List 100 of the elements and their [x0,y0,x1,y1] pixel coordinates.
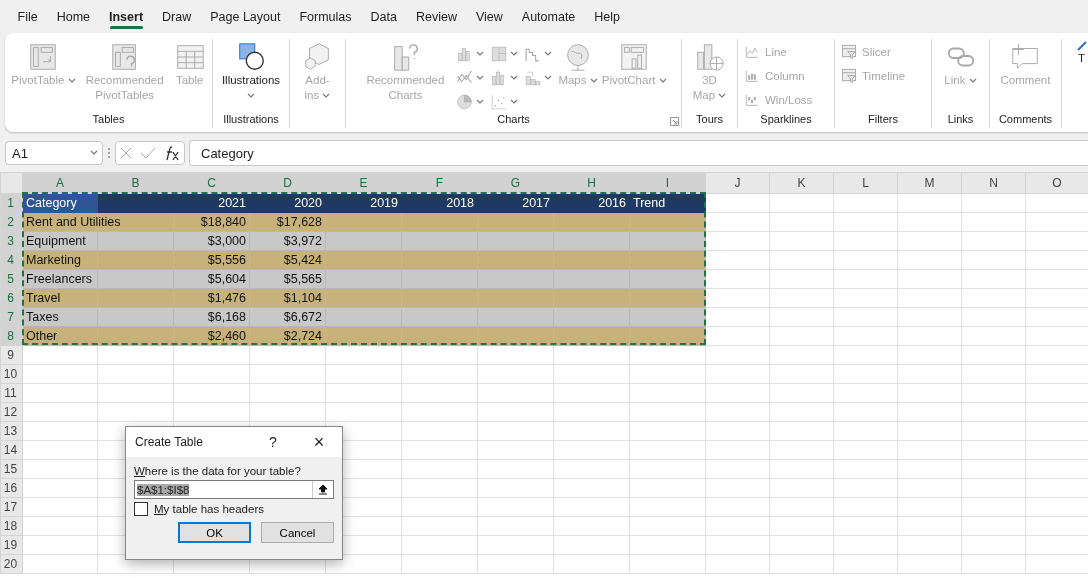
menu-tab[interactable]: Formulas [289,0,361,33]
column-header[interactable]: F [401,172,478,194]
dropdown-icon [476,75,485,81]
dropdown-icon [510,99,519,105]
cell-text: $1,104 [283,291,322,305]
line-sparkline-icon [744,44,760,59]
cell-text: $5,556 [207,253,246,267]
menu-tab[interactable]: Home [47,0,100,33]
cell-text: 2017 [522,196,550,210]
upload-icon[interactable] [318,484,328,495]
column-header[interactable]: K [769,172,834,194]
dialog-launcher-icon[interactable] [670,117,679,126]
cell-text: $5,424 [283,253,322,267]
dropdown-icon [322,93,331,99]
cell-text: 2019 [370,196,398,210]
column-header[interactable]: I [629,172,706,194]
cell-text: $18,840 [200,215,246,229]
ribbon-button[interactable]: T [1074,41,1088,113]
menu-tab[interactable]: Insert [99,0,153,33]
cell-text: 2020 [294,196,322,210]
cell-text: 2018 [446,196,474,210]
menu-tab[interactable]: Help [584,0,630,33]
select-all-corner[interactable] [0,172,23,194]
cell-text: Freelancers [26,272,92,286]
cell-text: $3,972 [283,234,322,248]
column-header[interactable]: L [833,172,898,194]
ribbon-button[interactable]: Illustrations [215,41,287,113]
column-header[interactable]: C [173,172,250,194]
group-label: Charts [497,113,530,127]
column-header[interactable]: M [897,172,962,194]
formula-field[interactable]: Category [189,140,1088,166]
dialog-button[interactable]: Cancel [261,522,334,543]
group-label: Links [947,113,974,127]
menu-tab[interactable]: View [466,0,513,33]
column-sparkline-icon [744,68,760,83]
cell-text: 2021 [218,196,246,210]
menu-tab[interactable]: File [8,0,48,33]
menu-tab[interactable]: Page Layout [200,0,290,33]
cell-text: 2016 [598,196,626,210]
column-header[interactable]: J [705,172,770,194]
cell-text: Trend [633,196,666,210]
dialog-title: Create Table [135,435,204,449]
name-box[interactable]: A1 [5,141,103,165]
menu-tab[interactable]: Automate [512,0,585,33]
dropdown-icon [247,93,255,99]
dropdown-icon [510,51,519,57]
cell-text: Rent and Utilities [26,215,121,229]
close-icon[interactable] [119,146,134,160]
menu-tab[interactable]: Review [406,0,467,33]
column-header[interactable]: D [249,172,326,194]
range-prompt: Where is the data for your table? [134,465,302,477]
dropdown-icon [476,51,485,57]
column-header[interactable]: G [477,172,554,194]
checkbox-label[interactable]: My table has headers [154,503,264,515]
group-label: Illustrations [223,113,279,127]
column-header[interactable]: E [325,172,402,194]
cell-text: $6,672 [283,310,322,324]
chart-icon [490,93,509,111]
win-loss-sparkline-icon [744,92,760,107]
dropdown-icon [589,78,598,84]
cell-text: Travel [26,291,61,305]
group-label: Filters [868,113,898,127]
check-icon[interactable] [140,146,156,160]
timeline-icon [841,67,857,84]
chart-icon [456,93,475,111]
menu-tab[interactable]: Data [361,0,407,33]
more-icon[interactable] [107,147,111,159]
grid-cell[interactable] [97,193,174,213]
cell-text: Other [26,329,58,343]
headers-checkbox[interactable] [134,502,148,516]
dropdown-icon [510,75,519,81]
dropdown-icon [67,78,76,84]
cell-text: $6,168 [207,310,246,324]
close-button[interactable]: × [296,431,342,453]
cell-text: $1,476 [207,291,246,305]
column-header[interactable]: O [1025,172,1088,194]
group-label: Tours [696,113,723,127]
dropdown-icon [658,78,667,84]
slicer-icon [841,43,857,60]
column-header[interactable]: H [553,172,630,194]
range-field[interactable]: $A$1:$I$8 [134,480,334,499]
dropdown-icon [476,99,485,105]
dropdown-icon [968,78,977,84]
group-label: Comments [998,113,1053,127]
help-button[interactable]: ? [250,434,296,450]
menu-tab[interactable]: Draw [152,0,201,33]
group-label: Sparklines [760,113,812,127]
cell-text: Marketing [26,253,81,267]
cell-text: $2,724 [283,329,322,343]
column-header[interactable]: N [961,172,1026,194]
column-header[interactable]: A [22,172,98,194]
column-header[interactable]: B [97,172,174,194]
cell-text: Taxes [26,310,59,324]
cell-text: $3,000 [207,234,246,248]
dropdown-icon [90,150,98,156]
cell-text: $2,460 [207,329,246,343]
cell-text: $17,628 [276,215,322,229]
dropdown-icon [718,93,727,99]
dialog-button[interactable]: OK [178,522,251,543]
chart-icon [524,69,543,87]
